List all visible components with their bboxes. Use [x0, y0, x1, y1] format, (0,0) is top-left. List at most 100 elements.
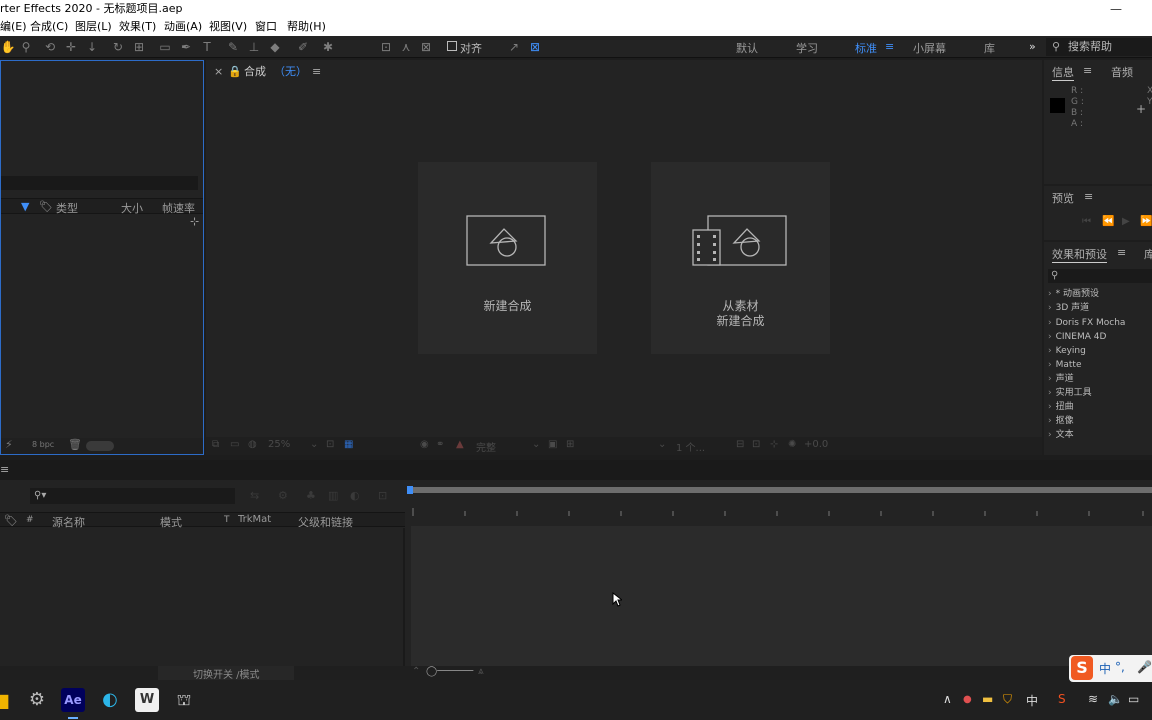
workspace-small-screen[interactable]: 小屏幕 [913, 40, 946, 56]
workspace-menu-icon[interactable]: ≡ [885, 40, 894, 53]
effects-menu-icon[interactable]: ≡ [1117, 246, 1126, 259]
composition-viewer[interactable]: × 🔒 合成 （无） ≡ 新建合成 从素材 新建合成 ⧉ ▭ ◍ 25% ⌄ ⊡… [206, 60, 1042, 455]
effect-category[interactable]: › 声道 [1048, 373, 1074, 386]
close-tab-icon[interactable]: × [214, 64, 223, 80]
puppet-tool-icon[interactable]: ✱ [320, 39, 336, 55]
preview-menu-icon[interactable]: ≡ [1084, 190, 1093, 203]
rotate-tool-icon[interactable]: ↻ [110, 39, 126, 55]
timeline-zoom-slider[interactable]: ◯────── [426, 666, 473, 677]
column-type[interactable]: 类型 [56, 200, 78, 216]
wifi-icon[interactable]: ≋ [1088, 692, 1098, 706]
timeline-panel[interactable]: ⚲▾ ⇆ ⚙ ♣ ▥ ◐ ⊡ 🏷 # 源名称 模式 T TrkMat 父级和链接… [0, 480, 1152, 681]
effect-category[interactable]: › Matte [1048, 359, 1081, 372]
info-menu-icon[interactable]: ≡ [1083, 64, 1092, 77]
app-icon[interactable]: ⛫ [172, 688, 196, 712]
grid-toggle-icon[interactable]: ▦ [344, 439, 353, 450]
tray-folder-icon[interactable]: ▬ [982, 692, 993, 706]
camera-chevron-icon[interactable]: ⌄ [658, 439, 666, 450]
workspace-learn[interactable]: 学习 [796, 40, 818, 56]
column-framerate[interactable]: 帧速率 [162, 200, 195, 216]
sort-chevron-icon[interactable]: ▼ [21, 200, 29, 213]
roi-icon[interactable]: ▣ [548, 439, 557, 450]
wps-icon[interactable]: W [135, 688, 159, 712]
effect-category[interactable]: › Doris FX Mocha [1048, 317, 1125, 330]
views-dropdown[interactable]: 1 个... [676, 439, 705, 454]
workspace-default[interactable]: 默认 [736, 40, 758, 56]
snap-options-icon[interactable]: ↗ [506, 39, 522, 55]
menu-composition[interactable]: 合成(C) [30, 18, 68, 36]
ime-mic-icon[interactable]: 🎤 [1137, 660, 1152, 674]
timeline-menu-icon[interactable]: ≡ [0, 463, 9, 476]
clone-tool-icon[interactable]: ⊥ [246, 39, 262, 55]
snapshot-icon[interactable]: ◉ [420, 439, 429, 450]
rectangle-tool-icon[interactable]: ▭ [157, 39, 173, 55]
vr-icon[interactable]: ◍ [248, 439, 257, 450]
column-number[interactable]: # [26, 515, 34, 525]
more-workspaces-icon[interactable]: » [1029, 40, 1036, 53]
after-effects-app[interactable]: Ae [61, 688, 85, 712]
effect-category[interactable]: › 文本 [1048, 429, 1074, 442]
frame-blend-icon[interactable]: ▥ [328, 489, 338, 502]
hand-tool-icon[interactable]: ✋ [0, 39, 16, 55]
graph-editor-icon[interactable]: ⊡ [378, 489, 387, 502]
quality-dropdown[interactable]: 完整 [476, 439, 496, 454]
effect-category[interactable]: › 3D 声道 [1048, 302, 1089, 315]
tab-effects-presets[interactable]: 效果和预设 [1052, 246, 1107, 263]
exposure-value[interactable]: +0.0 [804, 439, 828, 450]
menu-help[interactable]: 帮助(H) [287, 18, 326, 36]
effect-category[interactable]: › * 动画预设 [1048, 288, 1099, 301]
roto-brush-icon[interactable]: ✐ [295, 39, 311, 55]
tab-info[interactable]: 信息 [1052, 64, 1074, 81]
project-search-input[interactable] [1, 176, 198, 190]
timeline-graph[interactable] [407, 480, 1152, 666]
effect-category[interactable]: › CINEMA 4D [1048, 331, 1106, 344]
monitor-icon[interactable]: ▭ [230, 439, 239, 450]
eraser-tool-icon[interactable]: ◆ [267, 39, 283, 55]
workspace-standard[interactable]: 标准 [855, 40, 877, 56]
sogou-logo-icon[interactable]: S [1071, 656, 1093, 680]
volume-icon[interactable]: 🔈 [1108, 692, 1123, 706]
orbit-tool-icon[interactable]: ⟲ [42, 39, 58, 55]
menu-edit[interactable]: 编(E) [0, 18, 27, 36]
toggle-view-icon[interactable]: ⊟ [736, 439, 744, 450]
toggle-switches-modes[interactable]: 切换开关 /模式 [193, 666, 260, 681]
draft-3d-icon[interactable]: ⚙ [278, 489, 288, 502]
shy-icon[interactable]: ♣ [306, 489, 316, 502]
prev-frame-icon[interactable]: ⏪ [1102, 216, 1114, 227]
snap-grid-icon[interactable]: ⊠ [527, 39, 543, 55]
tab-preview[interactable]: 预览 [1052, 190, 1074, 206]
tray-shield-icon[interactable]: ⛉ [1003, 692, 1012, 707]
effects-presets-panel[interactable]: 效果和预设 ≡ 库 ⚲ › * 动画预设 › 3D 声道 › Doris FX Moc… [1044, 242, 1152, 455]
transparency-grid-icon[interactable]: ⊞ [566, 439, 574, 450]
next-frame-icon[interactable]: ⏩ [1140, 216, 1152, 227]
edge-browser-icon[interactable]: ◐ [98, 688, 122, 712]
workspace-library[interactable]: 库 [984, 40, 995, 56]
menu-animation[interactable]: 动画(A) [164, 18, 202, 36]
flowchart-view-icon[interactable]: ⊹ [770, 439, 778, 450]
project-panel[interactable]: ▼ 🏷 类型 大小 帧速率 ⊹ ⚡ 8 bpc 🗑 [0, 60, 204, 455]
play-icon[interactable]: ▶ [1122, 216, 1130, 227]
zoom-chevron-icon[interactable]: ⌄ [310, 439, 318, 450]
minimize-icon[interactable]: — [1110, 0, 1122, 18]
snap-checkbox[interactable] [447, 41, 457, 51]
panel-menu-icon[interactable]: ≡ [312, 64, 321, 80]
work-area-start-handle[interactable] [407, 486, 413, 494]
menu-window[interactable]: 窗口 [255, 18, 277, 36]
new-composition-card[interactable]: 新建合成 [418, 162, 597, 354]
effect-category[interactable]: › 扭曲 [1048, 401, 1074, 414]
tray-expand-icon[interactable]: ∧ [943, 692, 952, 706]
show-snapshot-icon[interactable]: ⚭ [436, 439, 444, 450]
thumbnail-slider[interactable] [86, 441, 114, 451]
info-panel[interactable]: 信息 ≡ 音频 R : G : B : A : X Y + [1044, 60, 1152, 184]
timeline-track-area[interactable] [411, 526, 1152, 666]
pan-tool-icon[interactable]: ✛ [63, 39, 79, 55]
effect-category[interactable]: › Keying [1048, 345, 1086, 358]
menu-effect[interactable]: 效果(T) [119, 18, 156, 36]
pen-tool-icon[interactable]: ✒ [178, 39, 194, 55]
new-comp-from-footage-card[interactable]: 从素材 新建合成 [651, 162, 830, 354]
ime-punct-icon[interactable]: °, [1115, 660, 1125, 674]
fit-icon[interactable]: ⊡ [326, 439, 334, 450]
local-axis-icon[interactable]: ⊡ [378, 39, 394, 55]
file-explorer-icon[interactable]: ▆ [0, 688, 14, 712]
tray-record-icon[interactable]: ● [963, 694, 972, 705]
